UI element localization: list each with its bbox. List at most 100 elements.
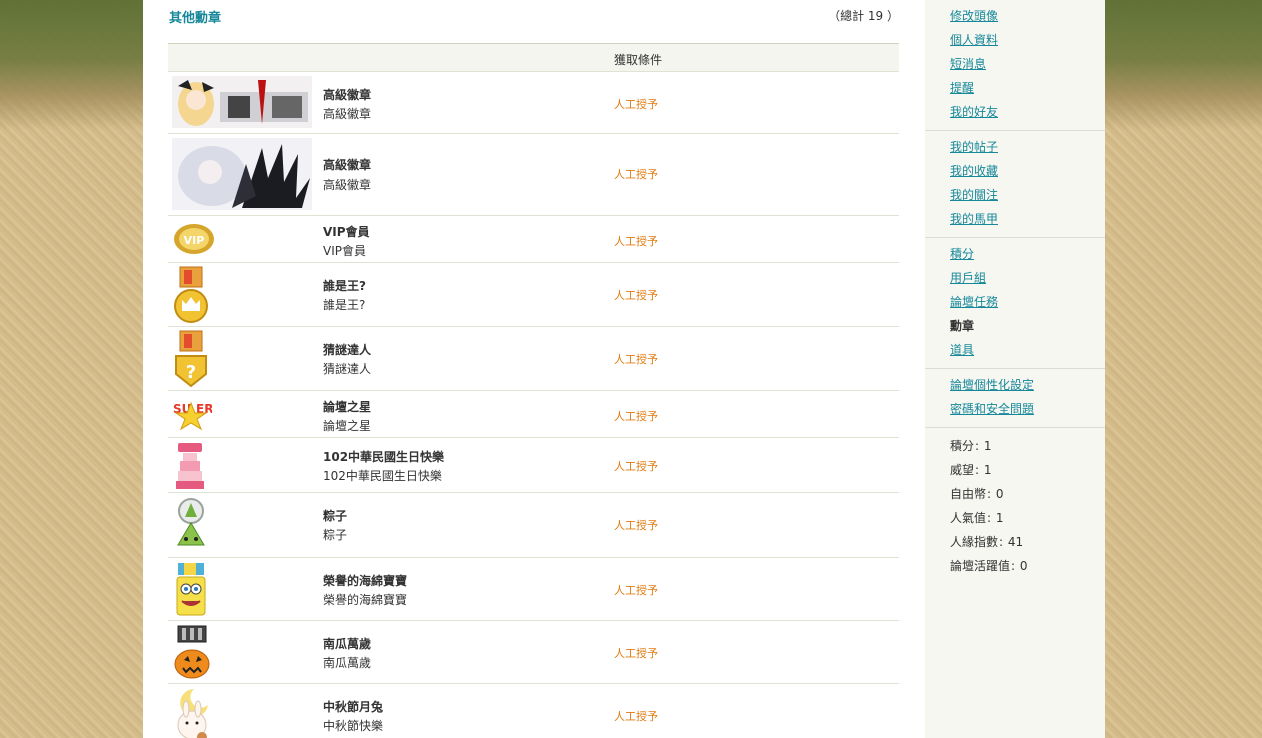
super-star-icon: SU ER — [173, 401, 212, 431]
medal-table: 獲取條件 高級徽章 高級徽章 人工授予 高級徽章 高級徽章 人工授予 VIP V… — [168, 43, 899, 738]
stat-label: 論壇活躍值 — [950, 559, 1011, 573]
sidebar-item-friends[interactable]: 我的好友 — [925, 100, 1105, 124]
medal-condition: 人工授予 — [614, 710, 658, 723]
stat-value: 1 — [983, 439, 992, 453]
medal-description: 南瓜萬歲 — [323, 656, 372, 670]
sidebar-item-personalization[interactable]: 論壇個性化設定 — [925, 373, 1105, 397]
stat-label: 積分 — [950, 439, 975, 453]
stat-label: 自由幣 — [950, 487, 987, 501]
moon-rabbit-icon — [177, 689, 208, 738]
dark-angel-medal-icon — [172, 138, 312, 210]
medal-name: 高級徽章 — [323, 158, 372, 172]
medal-condition: 人工授予 — [614, 235, 658, 248]
sidebar-item-alt-accounts[interactable]: 我的馬甲 — [925, 207, 1105, 231]
medal-description: 誰是王? — [323, 298, 366, 312]
medal-description: 論壇之星 — [323, 419, 372, 433]
stat-value: 0 — [1019, 559, 1028, 573]
table-row: 高級徽章 高級徽章 人工授予 — [168, 134, 899, 216]
medal-name: 榮譽的海綿寶寶 — [323, 574, 408, 588]
medal-description: 102中華民國生日快樂 — [323, 469, 442, 483]
table-row: VIP VIP會員 VIP會員 人工授予 — [168, 216, 899, 263]
sidebar-item-tasks[interactable]: 論壇任務 — [925, 290, 1105, 314]
sidebar-item-usergroup[interactable]: 用戶組 — [925, 266, 1105, 290]
stat-value: 0 — [995, 487, 1004, 501]
table-row: 中秋節月兔 中秋節快樂 人工授予 — [168, 684, 899, 738]
sidebar-item-medals[interactable]: 勳章 — [925, 314, 1105, 338]
stat-credits: 積分: 1 — [950, 439, 992, 453]
sidebar-group-settings: 論壇個性化設定 密碼和安全問題 — [925, 369, 1105, 428]
medal-condition: 人工授予 — [614, 584, 658, 597]
sidebar-group-profile: 修改頭像 個人資料 短消息 提醒 我的好友 — [925, 0, 1105, 131]
table-row: SU ER 論壇之星 論壇之星 人工授予 — [168, 391, 899, 438]
medal-condition: 人工授予 — [614, 98, 658, 111]
medal-name: 高級徽章 — [323, 88, 372, 102]
birthday-cake-icon — [176, 443, 204, 489]
table-header: 獲取條件 — [168, 44, 899, 72]
sidebar-item-reminders[interactable]: 提醒 — [925, 76, 1105, 100]
medal-condition: 人工授予 — [614, 410, 658, 423]
medal-condition: 人工授予 — [614, 353, 658, 366]
vip-medal-icon: VIP — [174, 224, 214, 254]
sidebar-group-content: 我的帖子 我的收藏 我的關注 我的馬甲 — [925, 131, 1105, 238]
medal-description: 中秋節快樂 — [323, 719, 384, 733]
medal-condition: 人工授予 — [614, 168, 658, 181]
question-medal-icon: ? — [175, 330, 207, 388]
stat-prestige: 威望: 1 — [950, 463, 992, 477]
medal-name: 中秋節月兔 — [323, 700, 384, 714]
sidebar-item-props[interactable]: 道具 — [925, 338, 1105, 362]
stat-label: 人緣指數 — [950, 535, 999, 549]
medal-name: 論壇之星 — [323, 400, 372, 414]
medal-description: 榮譽的海綿寶寶 — [323, 593, 408, 607]
anime-banner-medal-icon — [172, 76, 312, 128]
sidebar-item-credits[interactable]: 積分 — [925, 242, 1105, 266]
medal-condition: 人工授予 — [614, 460, 658, 473]
stat-value: 1 — [983, 463, 992, 477]
sidebar-item-security[interactable]: 密碼和安全問題 — [925, 397, 1105, 421]
stat-popularity: 人氣值: 1 — [950, 511, 1004, 525]
stat-value: 1 — [995, 511, 1004, 525]
sidebar-item-avatar[interactable]: 修改頭像 — [925, 4, 1105, 28]
medal-condition: 人工授予 — [614, 647, 658, 660]
pumpkin-icon — [174, 625, 210, 679]
table-row: ? 猜謎達人 猜謎達人 人工授予 — [168, 327, 899, 391]
sidebar-group-account: 積分 用戶組 論壇任務 勳章 道具 — [925, 238, 1105, 369]
stat-activity: 論壇活躍值: 0 — [950, 559, 1028, 573]
medal-description: 粽子 — [323, 528, 348, 542]
stats-panel: 積分: 1 威望: 1 自由幣: 0 人氣值: 1 人緣指數: 41 論壇活躍值… — [925, 428, 1105, 578]
medal-name: 粽子 — [323, 509, 348, 523]
table-row: 102中華民國生日快樂 102中華民國生日快樂 人工授予 — [168, 438, 899, 493]
sidebar: 修改頭像 個人資料 短消息 提醒 我的好友 我的帖子 我的收藏 我的關注 我的馬… — [925, 0, 1105, 738]
medal-name: VIP會員 — [323, 225, 370, 239]
stat-label: 威望 — [950, 463, 975, 477]
table-row: 高級徽章 高級徽章 人工授予 — [168, 72, 899, 134]
medal-description: 猜謎達人 — [323, 362, 372, 376]
sidebar-item-messages[interactable]: 短消息 — [925, 52, 1105, 76]
stat-coins: 自由幣: 0 — [950, 487, 1004, 501]
medal-name: 102中華民國生日快樂 — [323, 450, 445, 464]
sidebar-item-profile[interactable]: 個人資料 — [925, 28, 1105, 52]
medal-description: 高級徽章 — [323, 107, 372, 121]
table-row: 粽子 粽子 人工授予 — [168, 493, 899, 558]
svg-text:VIP: VIP — [184, 234, 205, 247]
medal-condition: 人工授予 — [614, 519, 658, 532]
sidebar-item-following[interactable]: 我的關注 — [925, 183, 1105, 207]
main-content: 其他勳章 （總計 19 ） 獲取條件 高級徽章 高級徽章 人工授予 高級徽章 高… — [143, 0, 925, 738]
total-count: （總計 19 ） — [828, 9, 899, 23]
medal-name: 誰是王? — [323, 279, 366, 293]
zongzi-icon — [177, 498, 205, 546]
medal-name: 南瓜萬歲 — [323, 637, 372, 651]
stat-relationship: 人緣指數: 41 — [950, 535, 1024, 549]
svg-text:?: ? — [186, 362, 196, 383]
section-title: 其他勳章 — [169, 11, 222, 26]
sidebar-item-favorites[interactable]: 我的收藏 — [925, 159, 1105, 183]
spongebob-icon — [176, 563, 206, 616]
medal-condition: 人工授予 — [614, 289, 658, 302]
sidebar-item-posts[interactable]: 我的帖子 — [925, 135, 1105, 159]
crown-medal-icon — [174, 266, 208, 323]
table-row: 南瓜萬歲 南瓜萬歲 人工授予 — [168, 621, 899, 684]
medal-description: VIP會員 — [323, 244, 366, 258]
table-row: 榮譽的海綿寶寶 榮譽的海綿寶寶 人工授予 — [168, 558, 899, 621]
table-row: 誰是王? 誰是王? 人工授予 — [168, 263, 899, 327]
stat-value: 41 — [1007, 535, 1024, 549]
medal-description: 高級徽章 — [323, 178, 372, 192]
